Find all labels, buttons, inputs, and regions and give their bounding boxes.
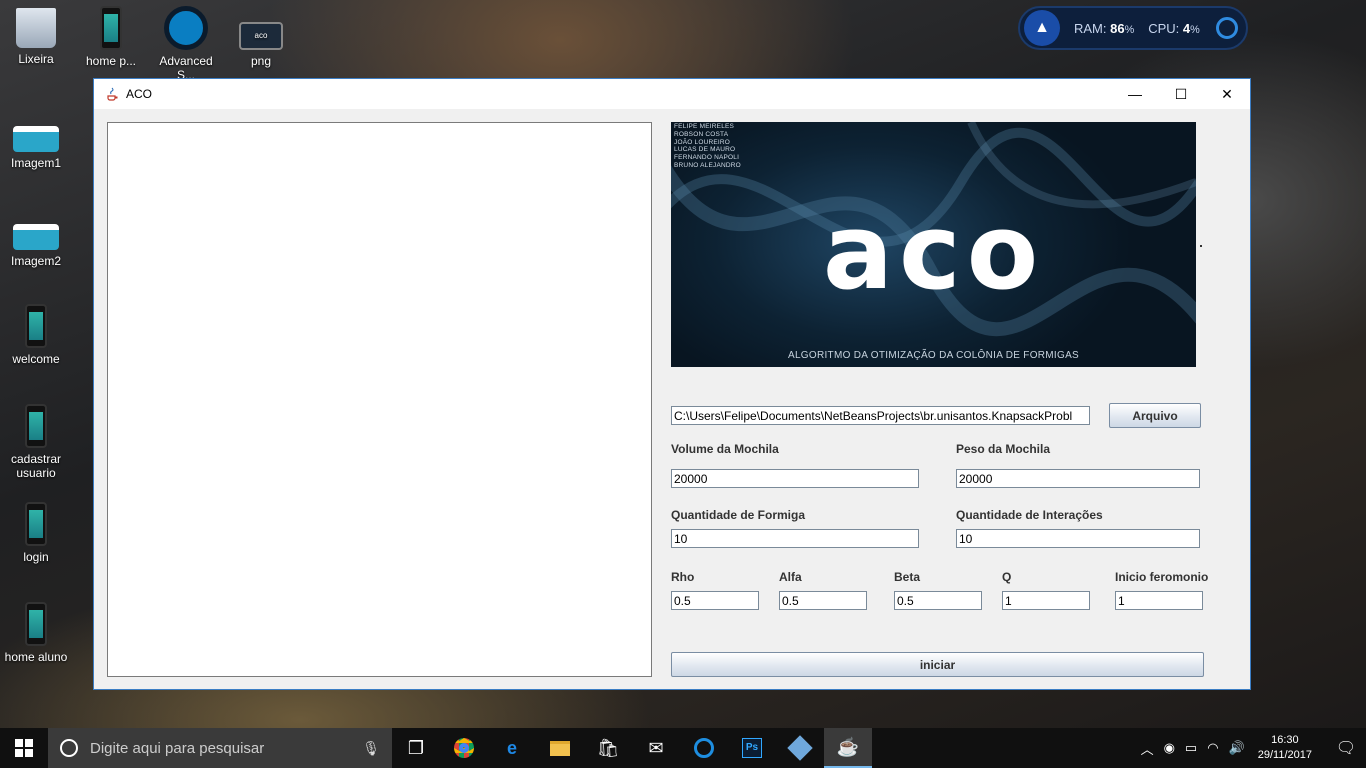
- rho-field[interactable]: 0.5: [671, 591, 759, 610]
- desktop-icon-home-p[interactable]: home p...: [75, 6, 147, 68]
- desktop-icon-advanced[interactable]: Advanced S...: [150, 6, 222, 82]
- wifi-icon[interactable]: ◠: [1207, 740, 1218, 756]
- decorative-dot: [1200, 245, 1202, 247]
- desktop-icon-home-aluno[interactable]: home aluno: [0, 602, 72, 664]
- peso-field[interactable]: 20000: [956, 469, 1200, 488]
- desktop-icon-cadastrar-usuario[interactable]: cadastrar usuario: [0, 404, 72, 480]
- desktop-icon-label: Imagem2: [10, 254, 62, 268]
- java-icon: [104, 86, 120, 102]
- aco-window: ACO — ☐ ✕ FELIPE MEIRELES ROBSON COSTA J…: [93, 78, 1251, 690]
- formiga-field[interactable]: 10: [671, 529, 919, 548]
- volume-icon[interactable]: 🔊: [1229, 740, 1245, 756]
- desktop-icon-lixeira[interactable]: Lixeira: [0, 8, 72, 66]
- formiga-label: Quantidade de Formiga: [671, 508, 806, 522]
- desktop-icon-welcome[interactable]: welcome: [0, 304, 72, 366]
- desktop-icon-label: png: [250, 54, 272, 68]
- advanced-systemcare-icon[interactable]: [680, 728, 728, 768]
- beta-field[interactable]: 0.5: [894, 591, 982, 610]
- image-file-icon: [13, 224, 59, 250]
- phone-screenshot-icon: [25, 304, 47, 348]
- chevron-up-icon[interactable]: ︿: [1141, 739, 1154, 758]
- desktop-icon-label: home p...: [85, 54, 137, 68]
- alfa-field[interactable]: 0.5: [779, 591, 867, 610]
- rho-label: Rho: [671, 570, 695, 584]
- photoshop-icon[interactable]: Ps: [728, 728, 776, 768]
- desktop-icon-login[interactable]: login: [0, 502, 72, 564]
- arquivo-button[interactable]: Arquivo: [1109, 403, 1201, 428]
- search-placeholder: Digite aqui para pesquisar: [90, 739, 265, 757]
- q-field[interactable]: 1: [1002, 591, 1090, 610]
- desktop-icon-label: login: [23, 550, 49, 564]
- beta-label: Beta: [894, 570, 921, 584]
- virtualbox-icon[interactable]: [776, 728, 824, 768]
- microphone-icon[interactable]: 🎙: [362, 740, 380, 757]
- output-text-area[interactable]: [107, 122, 652, 677]
- desktop-icon-label: Imagem1: [10, 156, 62, 170]
- rocket-icon: ▲: [1024, 10, 1060, 46]
- desktop-icon-label: welcome: [12, 352, 60, 366]
- desktop-icon-imagem1[interactable]: Imagem1: [0, 118, 72, 170]
- speedometer-icon[interactable]: [1216, 17, 1238, 39]
- clock[interactable]: 16:30 29/11/2017: [1258, 733, 1312, 763]
- window-title: ACO: [126, 87, 153, 101]
- title-bar[interactable]: ACO — ☐ ✕: [94, 79, 1250, 109]
- start-button[interactable]: [0, 728, 48, 768]
- image-file-icon: [13, 126, 59, 152]
- cortana-icon: [60, 739, 78, 757]
- volume-field[interactable]: 20000: [671, 469, 919, 488]
- interacoes-label: Quantidade de Interações: [956, 508, 1103, 522]
- mail-icon[interactable]: ✉: [632, 728, 680, 768]
- volume-label: Volume da Mochila: [671, 442, 779, 456]
- recycle-bin-icon: [16, 8, 56, 48]
- image-thumbnail-icon: aco: [239, 22, 283, 50]
- notifications-icon[interactable]: 🗨: [1326, 738, 1366, 758]
- desktop-icon-png[interactable]: aco png: [225, 14, 297, 68]
- store-icon[interactable]: 🛍: [584, 728, 632, 768]
- file-path-field[interactable]: C:\Users\Felipe\Documents\NetBeansProjec…: [671, 406, 1090, 425]
- taskbar: Digite aqui para pesquisar 🎙 ❐ e 🛍 ✉ Ps …: [0, 728, 1366, 768]
- file-explorer-icon[interactable]: [536, 728, 584, 768]
- peso-label: Peso da Mochila: [956, 442, 1051, 456]
- banner-subtitle: ALGORITMO DA OTIMIZAÇÃO DA COLÔNIA DE FO…: [787, 350, 1080, 361]
- credits-list: FELIPE MEIRELES ROBSON COSTA JOÃO LOUREI…: [674, 123, 741, 169]
- cpu-readout: CPU: 4%: [1148, 20, 1200, 36]
- battery-icon[interactable]: ▭: [1185, 740, 1197, 756]
- phone-screenshot-icon: [100, 6, 122, 50]
- ram-readout: RAM: 86%: [1074, 20, 1135, 36]
- desktop-icon-label: cadastrar usuario: [10, 452, 62, 480]
- advanced-systemcare-icon: [164, 6, 208, 50]
- taskbar-search-box[interactable]: Digite aqui para pesquisar 🎙: [48, 728, 392, 768]
- maximize-button[interactable]: ☐: [1158, 79, 1204, 109]
- phone-screenshot-icon: [25, 602, 47, 646]
- desktop-icon-label: home aluno: [4, 650, 68, 664]
- windows-logo-icon: [15, 739, 33, 757]
- q-label: Q: [1002, 570, 1012, 584]
- task-view-icon[interactable]: ❐: [392, 728, 440, 768]
- desktop-icon-imagem2[interactable]: Imagem2: [0, 216, 72, 268]
- phone-screenshot-icon: [25, 404, 47, 448]
- system-tray: ︿ ◉ ▭ ◠ 🔊 16:30 29/11/2017 🗨: [1136, 733, 1366, 763]
- aco-banner-image: FELIPE MEIRELES ROBSON COSTA JOÃO LOUREI…: [671, 122, 1196, 367]
- chrome-icon[interactable]: [440, 728, 488, 768]
- clock-date: 29/11/2017: [1257, 749, 1312, 761]
- minimize-button[interactable]: —: [1112, 79, 1158, 109]
- system-monitor-widget[interactable]: ▲ RAM: 86% CPU: 4%: [1018, 6, 1248, 50]
- interacoes-field[interactable]: 10: [956, 529, 1200, 548]
- phone-screenshot-icon: [25, 502, 47, 546]
- feromonio-label: Inicio feromonio: [1115, 570, 1209, 584]
- desktop-icon-label: Lixeira: [18, 52, 54, 66]
- iniciar-button[interactable]: iniciar: [671, 652, 1204, 677]
- feromonio-field[interactable]: 1: [1115, 591, 1203, 610]
- edge-icon[interactable]: e: [488, 728, 536, 768]
- clock-time: 16:30: [1271, 734, 1299, 746]
- close-button[interactable]: ✕: [1204, 79, 1250, 109]
- aco-logo: aco: [822, 191, 1045, 313]
- systemcare-tray-icon[interactable]: ◉: [1164, 740, 1175, 756]
- alfa-label: Alfa: [779, 570, 802, 584]
- java-app-icon[interactable]: ☕: [824, 728, 872, 768]
